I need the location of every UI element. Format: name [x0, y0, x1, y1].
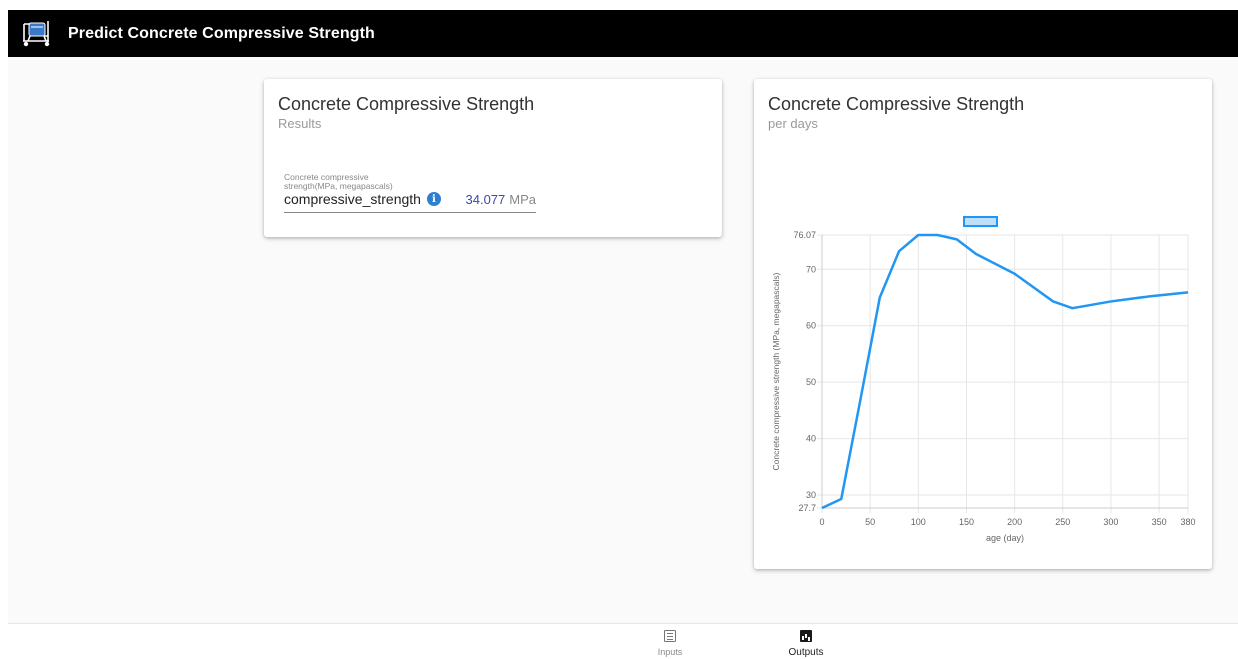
- y-tick-label: 40: [806, 434, 816, 444]
- y-tick-label: 27.7: [798, 503, 816, 513]
- results-card-title: Concrete Compressive Strength: [278, 94, 535, 114]
- field-name: compressive_strength: [284, 191, 421, 207]
- app-title: Predict Concrete Compressive Strength: [68, 24, 375, 42]
- info-icon[interactable]: i: [426, 192, 441, 206]
- compressive-strength-output-field: Concrete compressive strength(MPa, megap…: [284, 173, 536, 213]
- field-row: compressive_strength i 34.077 MPa: [284, 191, 536, 207]
- results-card-subtitle: Results: [278, 116, 322, 131]
- x-axis-label: age (day): [986, 533, 1024, 543]
- y-tick-label: 70: [806, 264, 816, 274]
- y-tick-label: 50: [806, 377, 816, 387]
- series-line: [821, 233, 1189, 510]
- nav-outputs[interactable]: Outputs: [776, 630, 836, 658]
- strength-line-chart[interactable]: 0 50 100 150 200 250 300 350 380 27.7 30 40 50 60 70 76…: [754, 79, 1212, 569]
- nav-inputs-label: Inputs: [657, 647, 683, 657]
- list-icon: [664, 630, 676, 642]
- x-tick-label: 300: [1103, 517, 1118, 527]
- y-tick-label: 30: [806, 490, 816, 500]
- nav-outputs-label: Outputs: [788, 647, 824, 658]
- x-tick-label: 350: [1152, 517, 1167, 527]
- y-tick-label: 60: [806, 321, 816, 331]
- results-card: Concrete Compressive Strength Results Co…: [264, 79, 722, 237]
- field-unit: MPa: [509, 191, 536, 207]
- x-tick-label: 100: [911, 517, 926, 527]
- x-tick-label: 200: [1007, 517, 1022, 527]
- field-value: 34.077: [465, 191, 506, 207]
- legend-swatch: [963, 216, 998, 227]
- x-tick-label: 250: [1055, 517, 1070, 527]
- x-tick-label: 50: [865, 517, 875, 527]
- app-bar: Predict Concrete Compressive Strength: [8, 10, 1238, 57]
- field-label: Concrete compressive strength(MPa, megap…: [284, 172, 393, 191]
- y-tick-label: 76.07: [793, 230, 816, 240]
- x-tick-label: 380: [1180, 517, 1195, 527]
- x-tick-label: 150: [959, 517, 974, 527]
- y-axis-label: Concrete compressive strength (MPa, mega…: [771, 272, 781, 470]
- bottom-navigation: Inputs Outputs: [8, 623, 1238, 659]
- nav-inputs[interactable]: Inputs: [640, 630, 700, 657]
- x-tick-label: 0: [819, 517, 824, 527]
- bar-chart-icon: [800, 630, 812, 642]
- main-content: Concrete Compressive Strength Results Co…: [8, 57, 1238, 623]
- concrete-mixer-icon: [20, 19, 54, 49]
- chart-card: Concrete Compressive Strength per days 0…: [754, 79, 1212, 569]
